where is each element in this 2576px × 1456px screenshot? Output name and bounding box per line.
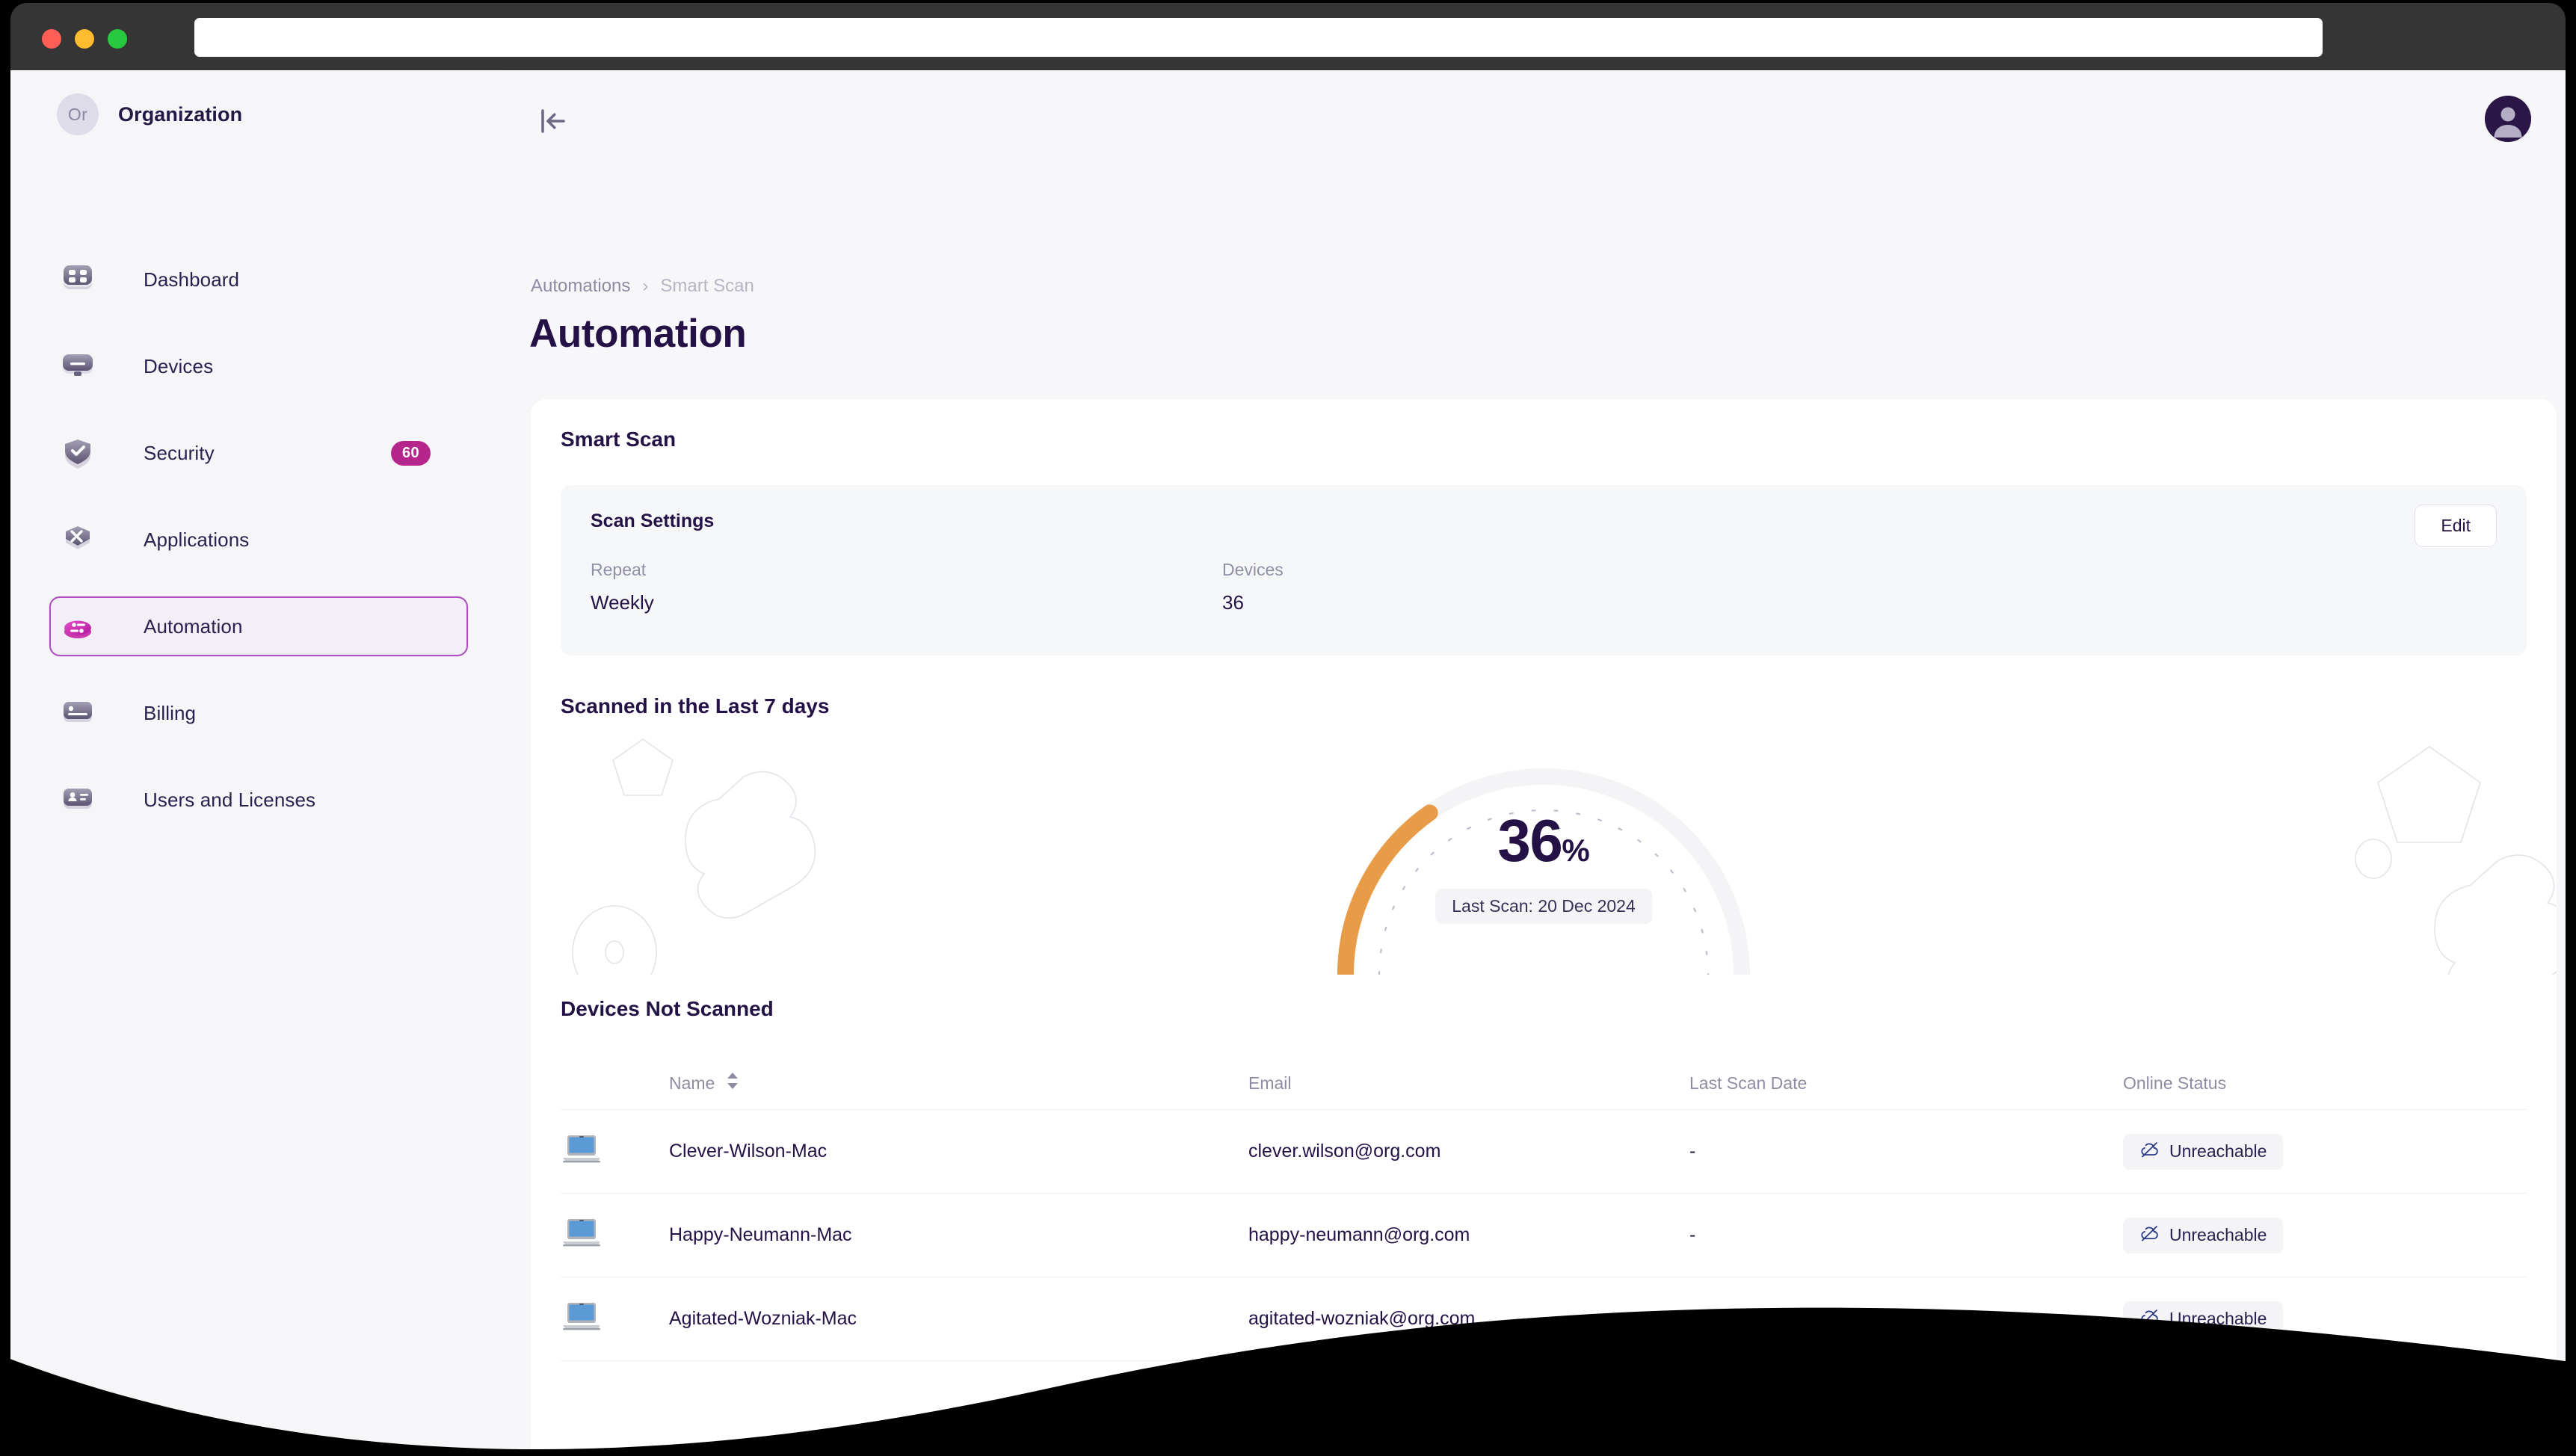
organization-switcher[interactable]: Or Organization	[57, 93, 242, 135]
gauge-section-title: Scanned in the Last 7 days	[561, 694, 830, 718]
status-label: Unreachable	[2169, 1225, 2267, 1244]
last-scan-chip: Last Scan: 20 Dec 2024	[1435, 889, 1652, 924]
setting-label: Devices	[1222, 560, 1284, 579]
sidebar-item-label: Devices	[144, 354, 214, 377]
sidebar-item-automation[interactable]: Automation	[49, 596, 468, 656]
gauge-value-number: 36	[1497, 807, 1562, 874]
device-email: agitated-wozniak@org.com	[1248, 1308, 1476, 1329]
status-badge: Unreachable	[2123, 1301, 2284, 1337]
user-avatar-icon[interactable]	[2485, 96, 2531, 142]
laptop-icon	[561, 1133, 669, 1170]
id-card-icon	[58, 780, 97, 819]
shield-icon	[58, 434, 97, 472]
window-close-button[interactable]	[42, 29, 61, 49]
sidebar-item-security[interactable]: Security 60	[49, 423, 468, 483]
sidebar-item-label: Automation	[144, 614, 243, 638]
column-header-online-status: Online Status	[2123, 1073, 2227, 1093]
main-content: Automations › Smart Scan Automation Smar…	[504, 70, 2566, 1456]
device-name: Agitated-Wozniak-Mac	[669, 1308, 857, 1329]
scan-settings-title: Scan Settings	[591, 510, 715, 531]
device-online-status: Unreachable	[2123, 1133, 2527, 1170]
device-email: happy-neumann@org.com	[1248, 1224, 1470, 1245]
page-title: Automation	[529, 312, 747, 356]
sidebar-item-label: Users and Licenses	[144, 788, 316, 811]
page-viewport: Or Organization Dashboard Devices Securi…	[10, 70, 2566, 1456]
collapse-sidebar-icon[interactable]	[532, 100, 574, 142]
table-row[interactable]: Agitated-Wozniak-Mac agitated-wozniak@or…	[561, 1277, 2527, 1360]
device-email: clever.wilson@org.com	[1248, 1141, 1441, 1162]
table-header-row: Name Email Last Scan Date Online Status	[561, 1057, 2527, 1109]
sidebar-item-dashboard[interactable]: Dashboard	[49, 250, 468, 309]
column-header-name[interactable]: Name	[669, 1071, 1248, 1095]
table-row[interactable]: Clever-Wilson-Mac clever.wilson@org.com …	[561, 1109, 2527, 1193]
scan-gauge-chart: 36% Last Scan: 20 Dec 2024	[531, 728, 2557, 975]
sidebar-item-label: Dashboard	[144, 268, 240, 291]
sidebar-item-label: Applications	[144, 528, 250, 551]
devices-table-title: Devices Not Scanned	[561, 997, 774, 1020]
gauge-value-readout: 36%	[531, 806, 2557, 875]
sort-updown-icon[interactable]	[725, 1071, 740, 1095]
table-row[interactable]: Happy-Neumann-Mac happy-neumann@org.com …	[561, 1193, 2527, 1277]
sidebar-item-devices[interactable]: Devices	[49, 336, 468, 396]
scan-settings-panel: Scan Settings Edit Repeat Weekly Devices…	[561, 485, 2527, 655]
laptop-icon	[561, 1217, 669, 1253]
monitor-icon	[58, 347, 97, 386]
browser-window: Or Organization Dashboard Devices Securi…	[0, 0, 2576, 1456]
gauge-percent-symbol: %	[1562, 833, 1590, 868]
sidebar-item-billing[interactable]: Billing	[49, 683, 468, 743]
device-online-status: Unreachable	[2123, 1217, 2527, 1253]
device-last-scan-date: -	[1689, 1141, 1696, 1162]
sidebar-item-label: Security	[144, 441, 215, 464]
sidebar: Or Organization Dashboard Devices Securi…	[10, 70, 504, 1456]
status-label: Unreachable	[2169, 1141, 2267, 1161]
chevron-right-icon: ›	[642, 276, 649, 296]
cloud-off-icon	[2139, 1141, 2160, 1163]
sidebar-item-applications[interactable]: Applications	[49, 510, 468, 570]
organization-name: Organization	[118, 102, 243, 126]
url-bar[interactable]	[194, 18, 2323, 57]
setting-value: 36	[1222, 591, 1244, 614]
cloud-off-icon	[2139, 1224, 2160, 1247]
device-last-scan-date: -	[1689, 1224, 1696, 1245]
status-badge: 60	[390, 440, 431, 466]
setting-label: Repeat	[591, 560, 647, 579]
setting-repeat: Repeat Weekly	[591, 560, 654, 614]
breadcrumb: Automations › Smart Scan	[531, 276, 754, 297]
dashboard-icon	[58, 260, 97, 299]
sidebar-nav: Dashboard Devices Security 60 Applicatio…	[49, 250, 468, 857]
column-header-last-scan-date: Last Scan Date	[1689, 1073, 1808, 1093]
column-header-label: Name	[669, 1073, 715, 1093]
status-label: Unreachable	[2169, 1309, 2267, 1328]
organization-avatar: Or	[57, 93, 99, 135]
device-online-status: Unreachable	[2123, 1301, 2527, 1337]
breadcrumb-parent-link[interactable]: Automations	[531, 276, 630, 297]
setting-devices: Devices 36	[1222, 560, 1284, 614]
device-name: Happy-Neumann-Mac	[669, 1224, 852, 1245]
cloud-off-icon	[2139, 1308, 2160, 1330]
devices-table: Name Email Last Scan Date Online Status	[561, 1057, 2527, 1387]
laptop-icon	[561, 1301, 669, 1337]
status-badge: Unreachable	[2123, 1133, 2284, 1170]
status-badge: Unreachable	[2123, 1217, 2284, 1253]
device-name: Clever-Wilson-Mac	[669, 1141, 828, 1162]
tools-icon	[58, 520, 97, 559]
automation-icon	[58, 607, 97, 646]
edit-button[interactable]: Edit	[2415, 505, 2497, 547]
device-last-scan-date: -	[1689, 1308, 1696, 1329]
sidebar-item-users-and-licenses[interactable]: Users and Licenses	[49, 770, 468, 830]
smart-scan-card: Smart Scan Scan Settings Edit Repeat Wee…	[531, 399, 2557, 1456]
sidebar-item-label: Billing	[144, 701, 197, 724]
browser-chrome	[10, 3, 2566, 70]
breadcrumb-current: Smart Scan	[660, 276, 754, 296]
window-maximize-button[interactable]	[108, 29, 127, 49]
window-minimize-button[interactable]	[75, 29, 94, 49]
setting-value: Weekly	[591, 591, 654, 614]
table-row-divider	[561, 1360, 2527, 1387]
column-header-email: Email	[1248, 1073, 1292, 1093]
card-icon	[58, 694, 97, 732]
card-title: Smart Scan	[561, 428, 677, 451]
